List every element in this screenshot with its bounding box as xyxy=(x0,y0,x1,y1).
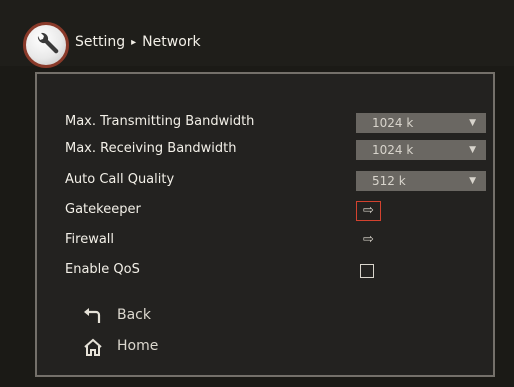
firewall-arrow-button[interactable]: ⇨ xyxy=(356,231,381,251)
chevron-down-icon: ▼ xyxy=(469,176,476,186)
wrench-icon xyxy=(23,22,69,68)
max-transmitting-bandwidth-select[interactable]: 1024 k ▼ xyxy=(356,113,486,133)
select-value: 1024 k xyxy=(372,143,414,157)
enable-qos-row: Enable QoS xyxy=(65,261,470,281)
max-transmitting-bandwidth-row: Max. Transmitting Bandwidth 1024 k ▼ xyxy=(65,113,486,133)
breadcrumb-separator: ▸ xyxy=(131,37,137,48)
home-button[interactable]: Home xyxy=(83,336,183,358)
setting-label: Max. Receiving Bandwidth xyxy=(65,141,237,156)
breadcrumb-network: Network xyxy=(142,34,201,50)
back-button[interactable]: Back xyxy=(83,305,183,327)
chevron-down-icon: ▼ xyxy=(469,118,476,128)
back-label: Back xyxy=(117,307,151,323)
setting-label: Gatekeeper xyxy=(65,202,141,217)
breadcrumb-setting[interactable]: Setting xyxy=(75,34,125,50)
max-receiving-bandwidth-select[interactable]: 1024 k ▼ xyxy=(356,140,486,160)
setting-label: Auto Call Quality xyxy=(65,172,175,187)
home-label: Home xyxy=(117,338,159,354)
setting-label: Max. Transmitting Bandwidth xyxy=(65,114,255,129)
max-receiving-bandwidth-row: Max. Receiving Bandwidth 1024 k ▼ xyxy=(65,140,486,160)
enable-qos-checkbox[interactable] xyxy=(360,264,374,278)
firewall-row: Firewall ⇨ xyxy=(65,231,470,251)
gatekeeper-row: Gatekeeper ⇨ xyxy=(65,201,470,221)
chevron-down-icon: ▼ xyxy=(469,145,476,155)
setting-label: Firewall xyxy=(65,232,115,247)
back-arrow-icon xyxy=(84,308,101,323)
breadcrumb: Setting ▸ Network xyxy=(75,34,201,50)
network-settings-panel: Max. Transmitting Bandwidth 1024 k ▼ Max… xyxy=(35,72,495,377)
gatekeeper-arrow-button[interactable]: ⇨ xyxy=(356,201,381,221)
auto-call-quality-row: Auto Call Quality 512 k ▼ xyxy=(65,171,486,191)
setting-label: Enable QoS xyxy=(65,262,140,277)
header-bar: Setting ▸ Network xyxy=(0,0,514,68)
select-value: 512 k xyxy=(372,174,406,188)
auto-call-quality-select[interactable]: 512 k ▼ xyxy=(356,171,486,191)
home-icon xyxy=(84,338,102,356)
select-value: 1024 k xyxy=(372,116,414,130)
